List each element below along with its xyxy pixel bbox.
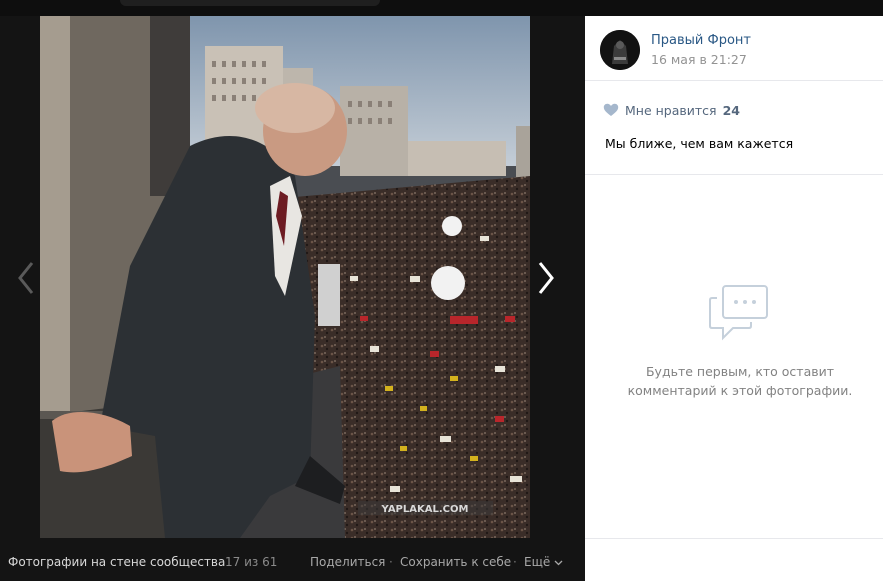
share-button[interactable]: Поделиться (310, 555, 385, 569)
separator-dot: · (389, 555, 393, 569)
divider (585, 538, 883, 539)
album-title[interactable]: Фотографии на стене сообщества (8, 555, 225, 569)
photo-viewer: YAPLAKAL.COM (0, 16, 585, 539)
side-panel: Правый Фронт 16 мая в 21:27 Мне нравится… (585, 16, 883, 581)
viewer-bottom-bar: Фотографии на стене сообщества 17 из 61 … (0, 539, 585, 581)
photo[interactable]: YAPLAKAL.COM (40, 16, 530, 538)
watermark: YAPLAKAL.COM (381, 504, 469, 515)
comments-icon (709, 284, 771, 346)
like-label: Мне нравится (625, 102, 717, 118)
heart-icon (603, 103, 619, 116)
save-button[interactable]: Сохранить к себе (400, 555, 511, 569)
photo-position: 17 из 61 (225, 555, 278, 569)
top-bar (0, 0, 883, 16)
separator-dot: · (513, 555, 517, 569)
photo-caption: Мы ближе, чем вам кажется (605, 136, 794, 151)
more-label: Ещё (524, 555, 551, 569)
more-button[interactable]: Ещё (524, 555, 563, 569)
chevron-right-icon (538, 262, 554, 294)
chevron-down-icon (554, 560, 563, 566)
author-name[interactable]: Правый Фронт (651, 33, 751, 48)
divider (585, 174, 883, 175)
like-count: 24 (722, 102, 740, 118)
empty-comments-message: Будьте первым, кто оставит комментарий к… (627, 364, 853, 398)
chevron-left-icon (18, 262, 34, 294)
next-photo-button[interactable] (526, 256, 566, 300)
prev-photo-button[interactable] (6, 256, 46, 300)
divider (585, 80, 883, 81)
like-button[interactable]: Мне нравится 24 (603, 102, 740, 118)
post-date[interactable]: 16 мая в 21:27 (651, 52, 747, 67)
author-avatar[interactable] (600, 30, 640, 70)
